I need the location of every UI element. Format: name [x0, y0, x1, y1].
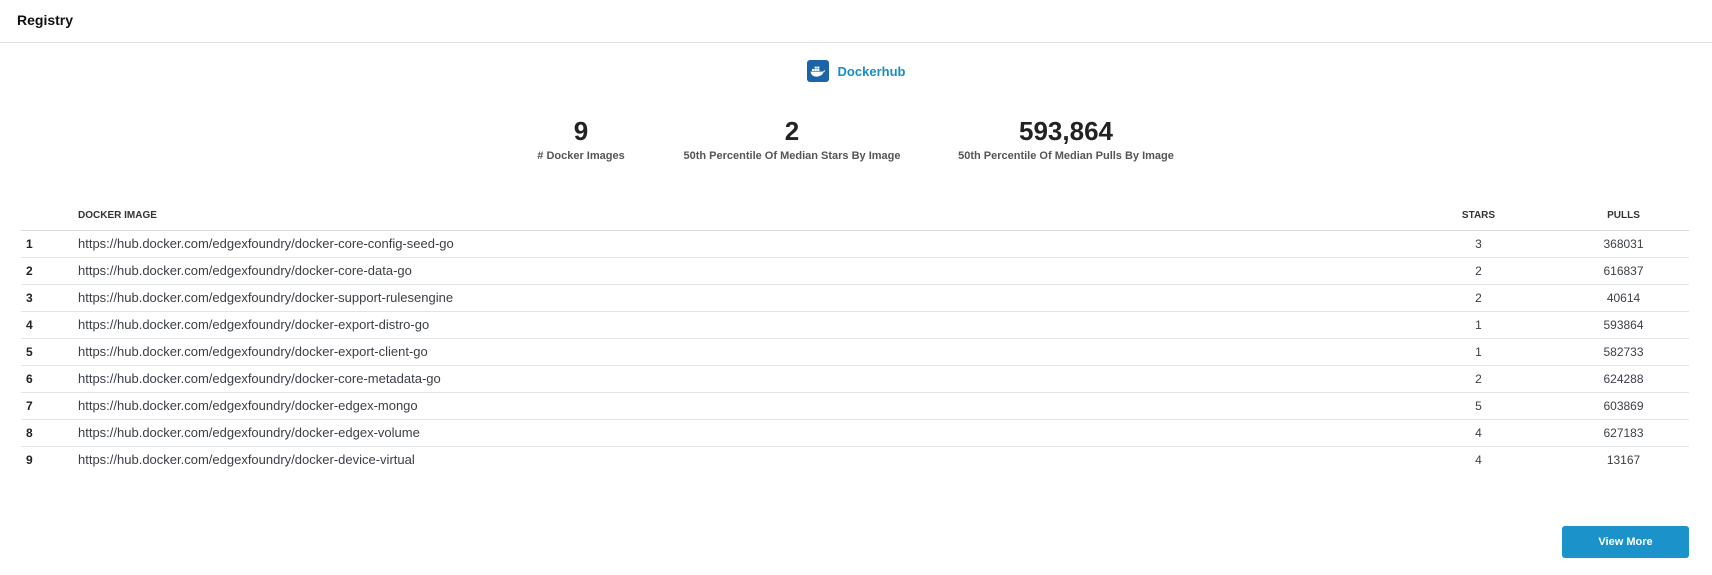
table-row: 7 https://hub.docker.com/edgexfoundry/do…: [21, 393, 1689, 420]
row-index: 5: [26, 345, 33, 359]
stat-value: 9: [573, 116, 589, 146]
row-index: 9: [26, 453, 33, 467]
column-header-docker-image: DOCKER IMAGE: [78, 210, 157, 221]
row-index: 6: [26, 372, 33, 386]
image-url: https://hub.docker.com/edgexfoundry/dock…: [78, 290, 454, 305]
stat-value: 2: [784, 116, 800, 146]
image-url: https://hub.docker.com/edgexfoundry/dock…: [78, 344, 428, 359]
stat-label: # Docker Images: [537, 150, 625, 162]
stat-value: 593,864: [1019, 116, 1113, 146]
stars-value: 2: [1475, 291, 1482, 305]
column-header-pulls: PULLS: [1607, 210, 1640, 221]
table-row: 2 https://hub.docker.com/edgexfoundry/do…: [21, 258, 1689, 285]
row-index: 2: [26, 264, 33, 278]
pulls-value: 616837: [1603, 264, 1644, 278]
pulls-value: 582733: [1603, 345, 1644, 359]
stars-value: 2: [1475, 264, 1482, 278]
pulls-value: 603869: [1603, 399, 1644, 413]
pulls-value: 13167: [1606, 453, 1641, 467]
row-index: 1: [26, 237, 33, 251]
page-header: Registry: [0, 0, 1712, 43]
table-row: 8 https://hub.docker.com/edgexfoundry/do…: [21, 420, 1689, 447]
docker-images-table: DOCKER IMAGE STARS PULLS 1 https://hub.d…: [21, 204, 1689, 474]
table-header: DOCKER IMAGE STARS PULLS: [21, 204, 1689, 231]
image-url: https://hub.docker.com/edgexfoundry/dock…: [78, 452, 415, 467]
table-row: 1 https://hub.docker.com/edgexfoundry/do…: [21, 231, 1689, 258]
stat-median-pulls: 593,864 50th Percentile Of Median Pulls …: [958, 116, 1174, 162]
stars-value: 4: [1475, 453, 1482, 467]
table-row: 6 https://hub.docker.com/edgexfoundry/do…: [21, 366, 1689, 393]
view-more-button[interactable]: View More: [1562, 526, 1689, 558]
table-row: 5 https://hub.docker.com/edgexfoundry/do…: [21, 339, 1689, 366]
stat-docker-images: 9 # Docker Images: [537, 116, 624, 162]
pulls-value: 40614: [1606, 291, 1641, 305]
docker-whale-icon: [806, 60, 829, 82]
row-index: 7: [26, 399, 33, 413]
stars-value: 1: [1475, 318, 1482, 332]
provider-name: Dockerhub: [837, 63, 906, 79]
page-title: Registry: [17, 12, 74, 28]
image-url: https://hub.docker.com/edgexfoundry/dock…: [78, 263, 412, 278]
image-url: https://hub.docker.com/edgexfoundry/dock…: [78, 398, 418, 413]
row-index: 8: [26, 426, 33, 440]
table-row: 3 https://hub.docker.com/edgexfoundry/do…: [21, 285, 1689, 312]
stars-value: 4: [1475, 426, 1482, 440]
row-index: 3: [26, 291, 33, 305]
pulls-value: 627183: [1603, 426, 1644, 440]
stat-label: 50th Percentile Of Median Pulls By Image: [958, 150, 1174, 162]
stat-label: 50th Percentile Of Median Stars By Image: [683, 150, 901, 162]
column-header-stars: STARS: [1461, 210, 1496, 221]
image-url: https://hub.docker.com/edgexfoundry/dock…: [78, 317, 430, 332]
stars-value: 2: [1475, 372, 1482, 386]
pulls-value: 368031: [1603, 237, 1644, 251]
stars-value: 1: [1475, 345, 1482, 359]
provider-heading: Dockerhub: [0, 60, 1712, 82]
image-url: https://hub.docker.com/edgexfoundry/dock…: [78, 236, 454, 251]
image-url: https://hub.docker.com/edgexfoundry/dock…: [78, 425, 420, 440]
table-row: 9 https://hub.docker.com/edgexfoundry/do…: [21, 447, 1689, 474]
row-index: 4: [26, 318, 33, 332]
pulls-value: 593864: [1603, 318, 1644, 332]
image-url: https://hub.docker.com/edgexfoundry/dock…: [78, 371, 441, 386]
stars-value: 5: [1475, 399, 1482, 413]
summary-stats: 9 # Docker Images 2 50th Percentile Of M…: [0, 116, 1712, 176]
pulls-value: 624288: [1603, 372, 1644, 386]
stat-median-stars: 2 50th Percentile Of Median Stars By Ima…: [683, 116, 900, 162]
table-row: 4 https://hub.docker.com/edgexfoundry/do…: [21, 312, 1689, 339]
stars-value: 3: [1475, 237, 1482, 251]
